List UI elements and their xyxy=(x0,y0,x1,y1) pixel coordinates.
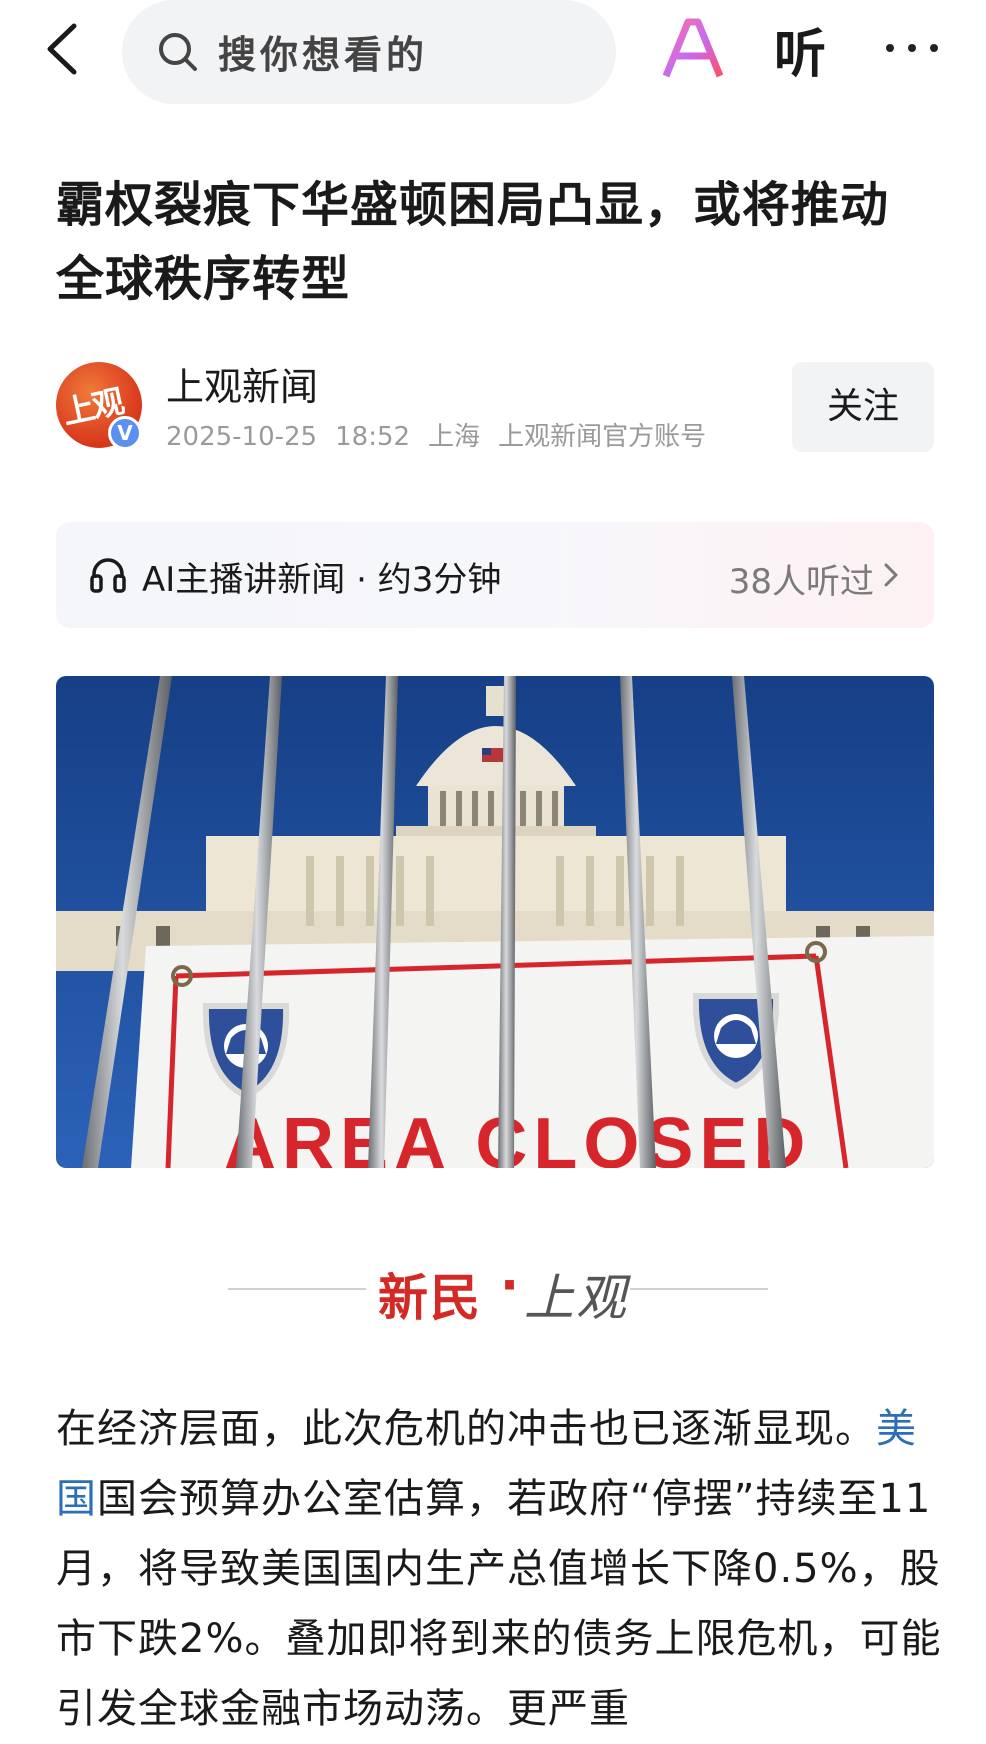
author-name[interactable]: 上观新闻 xyxy=(166,356,318,411)
account-type: 上观新闻官方账号 xyxy=(498,422,707,452)
logo-shangguan: 上观 xyxy=(524,1269,628,1327)
search-icon xyxy=(159,33,197,71)
back-arrow-icon xyxy=(47,23,77,75)
ai-broadcast-bar[interactable]: AI主播讲新闻 · 约3分钟 38人听过 xyxy=(56,522,934,628)
verified-badge-icon: V xyxy=(108,416,142,450)
follow-button[interactable]: 关注 xyxy=(792,362,934,452)
article-hero-image[interactable]: AREA CLOSED xyxy=(56,676,934,1168)
logo-dot: · xyxy=(500,1256,519,1314)
publish-location: 上海 xyxy=(428,422,481,452)
ai-button[interactable] xyxy=(660,14,740,84)
chevron-right-icon xyxy=(884,563,898,587)
body-text-part2: 国会预算办公室估算，若政府“停摆”持续至11月，将导致美国国内生产总值增长下降0… xyxy=(56,1476,942,1732)
more-menu-button[interactable] xyxy=(886,24,966,64)
more-dot-icon xyxy=(908,44,916,52)
logo-xinmin: 新民 xyxy=(378,1268,482,1327)
body-text-part1: 在经济层面，此次危机的冲击也已逐渐显现。 xyxy=(56,1406,876,1452)
ai-broadcast-label: AI主播讲新闻 · 约3分钟 xyxy=(142,560,502,600)
source-logo: 新民 · 上观 xyxy=(228,1250,768,1327)
more-dot-icon xyxy=(930,44,938,52)
publish-time: 18:52 xyxy=(335,422,411,452)
listened-count: 38人听过 xyxy=(728,562,874,602)
capitol-area-closed-photo: AREA CLOSED xyxy=(56,676,934,1168)
top-bar: 搜你想看的 听 xyxy=(0,0,986,104)
search-placeholder: 搜你想看的 xyxy=(218,33,429,77)
back-button[interactable] xyxy=(40,18,90,80)
article-body-paragraph: 在经济层面，此次危机的冲击也已逐渐显现。美国国会预算办公室估算，若政府“停摆”持… xyxy=(56,1394,946,1744)
publish-date: 2025-10-25 xyxy=(166,422,318,452)
ai-logo-icon xyxy=(662,18,736,78)
more-dot-icon xyxy=(886,44,894,52)
article-title: 霸权裂痕下华盛顿困局凸显，或将推动全球秩序转型 xyxy=(56,177,890,307)
headphone-icon xyxy=(90,558,126,593)
search-bar[interactable]: 搜你想看的 xyxy=(122,0,616,104)
listen-button[interactable]: 听 xyxy=(774,12,826,87)
logo-divider-right xyxy=(630,1288,768,1290)
logo-divider-left xyxy=(228,1288,366,1290)
sign-text: AREA CLOSED xyxy=(224,1104,811,1168)
author-meta: 2025-10-25 18:52 上海 上观新闻官方账号 xyxy=(166,416,724,453)
